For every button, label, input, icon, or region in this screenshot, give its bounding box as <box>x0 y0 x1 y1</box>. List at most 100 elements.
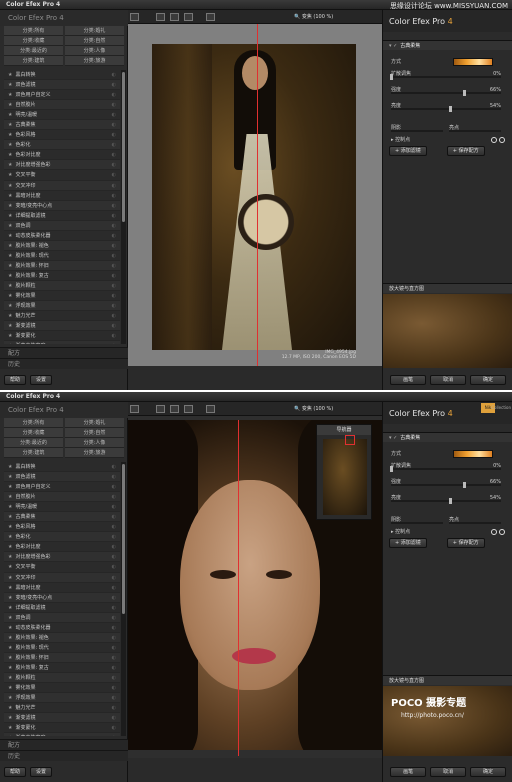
brush-button-2[interactable]: 画笔 <box>390 767 427 777</box>
filter-item[interactable]: ★ 黑白转换 ◐ <box>4 462 120 473</box>
filter-item[interactable]: ★ 交叉冲印 ◐ <box>4 572 120 583</box>
filter-item[interactable]: ★ 双色调 ◐ <box>4 612 120 623</box>
filter-item[interactable]: ★ 胶片颗粒 ◐ <box>4 672 120 684</box>
favorite-toggle-icon[interactable]: ◐ <box>112 633 116 643</box>
filter-item[interactable]: ★ 胶片效果: 怀旧 ◐ <box>4 260 120 271</box>
favorite-toggle-icon[interactable]: ◐ <box>112 693 116 703</box>
star-icon[interactable]: ★ <box>8 655 12 661</box>
category-wedding[interactable]: 分类:婚礼 <box>65 418 124 428</box>
favorite-toggle-icon[interactable]: ◐ <box>112 211 116 221</box>
filter-item[interactable]: ★ 魅力光芒 ◐ <box>4 703 120 714</box>
star-icon[interactable]: ★ <box>8 534 12 540</box>
filter-item[interactable]: ★ 胶片颗粒 ◐ <box>4 280 120 292</box>
filter-item[interactable]: ★ 对比度增强色彩 ◐ <box>4 160 120 171</box>
favorite-toggle-icon[interactable]: ◐ <box>112 291 116 301</box>
favorite-toggle-icon[interactable]: ◐ <box>112 241 116 251</box>
filter-item[interactable]: ★ 自然胶片 ◐ <box>4 100 120 111</box>
favorite-toggle-icon[interactable]: ◐ <box>112 663 116 673</box>
star-icon[interactable]: ★ <box>8 343 12 344</box>
filter-panel-title[interactable]: ▾ ✓ 古典柔焦 <box>383 40 512 50</box>
filter-item[interactable]: ★ 胶片效果: 复古 ◐ <box>4 271 120 281</box>
favorite-toggle-icon[interactable]: ◐ <box>112 251 116 261</box>
star-icon[interactable]: ★ <box>8 695 12 701</box>
slider-knob[interactable] <box>390 466 393 472</box>
method-dropdown[interactable] <box>453 58 493 66</box>
favorite-toggle-icon[interactable]: ◐ <box>112 673 116 683</box>
favorite-toggle-icon[interactable]: ◐ <box>112 472 116 482</box>
favorite-toggle-icon[interactable]: ◐ <box>112 733 116 736</box>
favorite-toggle-icon[interactable]: ◐ <box>112 713 116 723</box>
star-icon[interactable]: ★ <box>8 283 12 289</box>
category-travel[interactable]: 分类:旅游 <box>65 448 124 458</box>
favorite-toggle-icon[interactable]: ◐ <box>112 201 116 211</box>
favorite-toggle-icon[interactable]: ◐ <box>112 341 116 344</box>
filter-item[interactable]: ★ 色彩风格 ◐ <box>4 522 120 533</box>
filter-item[interactable]: ★渐变中性密度 ◐ <box>4 733 120 736</box>
star-icon[interactable]: ★ <box>8 122 12 128</box>
filter-item[interactable]: ★ 雾化效果 ◐ <box>4 683 120 694</box>
highlights-slider[interactable] <box>449 130 501 132</box>
favorite-toggle-icon[interactable]: ◐ <box>112 573 116 583</box>
star-icon[interactable]: ★ <box>8 223 12 229</box>
filter-item[interactable]: ★ 雾化效果 ◐ <box>4 291 120 302</box>
star-icon[interactable]: ★ <box>8 293 12 299</box>
ok-button[interactable]: 确定 <box>470 375 506 385</box>
filter-item[interactable]: ★ 双色用户自定义 ◐ <box>4 482 120 493</box>
star-icon[interactable]: ★ <box>8 595 12 601</box>
filter-item[interactable]: ★ 渐变滤镜 ◐ <box>4 713 120 724</box>
filter-item[interactable]: ★ 自然胶片 ◐ <box>4 492 120 503</box>
category-nature[interactable]: 分类:自然 <box>65 36 124 46</box>
favorite-toggle-icon[interactable]: ◐ <box>112 552 116 562</box>
star-icon[interactable]: ★ <box>8 685 12 691</box>
favorite-toggle-icon[interactable]: ◐ <box>112 100 116 110</box>
filter-item[interactable]: ★ 对比度增强色彩 ◐ <box>4 552 120 563</box>
star-icon[interactable]: ★ <box>8 263 12 269</box>
view-side-by-side-icon[interactable] <box>170 13 179 21</box>
highlights-slider[interactable] <box>449 522 501 524</box>
star-icon[interactable]: ★ <box>8 494 12 500</box>
star-icon[interactable]: ★ <box>8 172 12 178</box>
view-compare-icon[interactable] <box>184 405 193 413</box>
star-icon[interactable]: ★ <box>8 474 12 480</box>
favorite-toggle-icon[interactable]: ◐ <box>112 492 116 502</box>
split-line-2[interactable] <box>238 420 239 756</box>
star-icon[interactable]: ★ <box>8 193 12 199</box>
favorite-toggle-icon[interactable]: ◐ <box>112 80 116 90</box>
cancel-button[interactable]: 取消 <box>430 375 467 385</box>
add-control-point-icon[interactable] <box>491 528 498 535</box>
filter-item[interactable]: ★ 详细提取滤镜 ◐ <box>4 211 120 221</box>
star-icon[interactable]: ★ <box>8 715 12 721</box>
star-icon[interactable]: ★ <box>8 585 12 591</box>
view-compare-icon[interactable] <box>184 13 193 21</box>
favorite-toggle-icon[interactable]: ◐ <box>112 231 116 241</box>
star-icon[interactable]: ★ <box>8 524 12 530</box>
star-icon[interactable]: ★ <box>8 132 12 138</box>
star-icon[interactable]: ★ <box>8 675 12 681</box>
favorite-toggle-icon[interactable]: ◐ <box>112 110 116 120</box>
filter-item[interactable]: ★ 交叉平衡 ◐ <box>4 170 120 181</box>
filter-item[interactable]: ★ 浮现效果 ◐ <box>4 301 120 312</box>
favorite-toggle-icon[interactable]: ◐ <box>112 723 116 733</box>
slider-knob[interactable] <box>462 90 466 96</box>
method-dropdown[interactable] <box>453 450 493 458</box>
favorite-toggle-icon[interactable]: ◐ <box>112 130 116 140</box>
strength-slider[interactable] <box>391 90 501 96</box>
star-icon[interactable]: ★ <box>8 645 12 651</box>
view-split-icon[interactable] <box>156 405 165 413</box>
loupe-histogram-header[interactable]: 放大镜与直方图 <box>383 283 512 293</box>
favorite-toggle-icon[interactable]: ◐ <box>112 512 116 522</box>
filter-item[interactable]: ★ 色彩对比度 ◐ <box>4 150 120 161</box>
filter-item[interactable]: ★ 胶片效果: 现代 ◐ <box>4 251 120 261</box>
filter-item[interactable]: ★ 详细提取滤镜 ◐ <box>4 603 120 613</box>
slider-knob[interactable] <box>462 482 466 488</box>
star-icon[interactable]: ★ <box>8 484 12 490</box>
remove-control-point-icon[interactable] <box>499 528 505 535</box>
add-control-point-icon[interactable] <box>491 136 498 143</box>
filter-item[interactable]: ★ 渐变蒙化 ◐ <box>4 723 120 734</box>
favorite-toggle-icon[interactable]: ◐ <box>112 532 116 542</box>
presets-section[interactable]: 配方 <box>0 347 128 358</box>
star-icon[interactable]: ★ <box>8 72 12 78</box>
history-section-2[interactable]: 历史 <box>0 750 128 761</box>
star-icon[interactable]: ★ <box>8 554 12 560</box>
shadows-slider[interactable] <box>391 522 443 524</box>
